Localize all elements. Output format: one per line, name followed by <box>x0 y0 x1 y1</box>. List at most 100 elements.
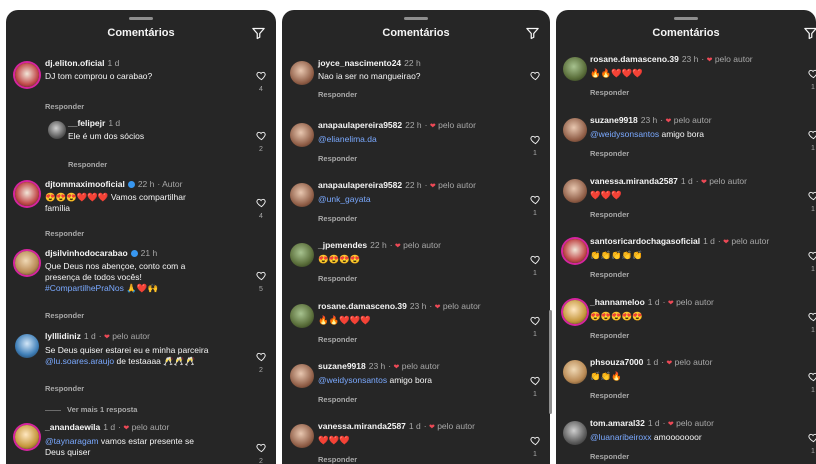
mention-link[interactable]: @lu.soares.araujo <box>45 356 114 366</box>
reply-button[interactable]: Responder <box>45 229 84 238</box>
avatar[interactable] <box>290 183 314 207</box>
comment-username[interactable]: vanessa.miranda2587 <box>590 176 678 186</box>
avatar[interactable] <box>563 300 587 324</box>
reply-button[interactable]: Responder <box>318 335 357 344</box>
reply-button[interactable]: Responder <box>45 311 84 320</box>
like-button[interactable]: 2 <box>254 442 268 464</box>
like-button[interactable]: 1 <box>528 254 542 277</box>
avatar[interactable] <box>563 118 587 142</box>
mention-link[interactable]: @weidysonsantos <box>590 129 659 139</box>
comment-username[interactable]: _anandaewila <box>45 422 100 432</box>
avatar[interactable] <box>290 243 314 267</box>
comment-username[interactable]: phsouza7000 <box>590 357 643 367</box>
comment-username[interactable]: _hannameloo <box>590 297 645 307</box>
avatar[interactable] <box>290 424 314 448</box>
drag-handle[interactable] <box>129 17 153 20</box>
comment-username[interactable]: djtommaximooficial <box>45 179 125 189</box>
comment-username[interactable]: vanessa.miranda2587 <box>318 421 406 431</box>
reply-button[interactable]: Responder <box>318 274 357 283</box>
reply-button[interactable]: Responder <box>45 384 84 393</box>
comment-username[interactable]: __felipejr <box>68 118 105 128</box>
like-button[interactable]: 4 <box>254 70 268 93</box>
comment-username[interactable]: _jpemendes <box>318 240 367 250</box>
comment-username[interactable]: dj.eliton.oficial <box>45 58 105 68</box>
like-button[interactable]: 1 <box>806 68 816 91</box>
reply-button[interactable]: Responder <box>590 331 629 340</box>
comment-username[interactable]: rosane.damasceno.39 <box>590 54 679 64</box>
reply-button[interactable]: Responder <box>590 210 629 219</box>
panel-title: Comentários <box>652 27 720 39</box>
comment-username[interactable]: tom.amaral32 <box>590 418 645 428</box>
view-more-replies[interactable]: Ver mais 1 resposta <box>45 405 137 414</box>
avatar[interactable] <box>563 360 587 384</box>
like-button[interactable]: 1 <box>528 194 542 217</box>
reply-button[interactable]: Responder <box>68 160 107 169</box>
mention-link[interactable]: @elianelima.da <box>318 134 377 144</box>
reply-button[interactable]: Responder <box>318 395 357 404</box>
like-button[interactable]: 1 <box>528 435 542 458</box>
hashtag-link[interactable]: #CompartilhePraNos <box>45 283 124 293</box>
like-button[interactable]: 1 <box>806 190 816 213</box>
reply-button[interactable]: Responder <box>590 270 629 279</box>
comment-username[interactable]: anapaulapereira9582 <box>318 180 402 190</box>
avatar[interactable] <box>15 63 39 87</box>
mention-link[interactable]: @luanaribeiroxx <box>590 432 652 442</box>
comment-username[interactable]: rosane.damasceno.39 <box>318 301 407 311</box>
reply-button[interactable]: Responder <box>318 90 357 99</box>
scrollbar[interactable] <box>549 310 552 414</box>
comment-text: Se Deus quiser estarei eu e minha parcei… <box>45 345 209 355</box>
avatar[interactable] <box>290 364 314 388</box>
drag-handle[interactable] <box>674 17 698 20</box>
comment-username[interactable]: santosricardochagasoficial <box>590 236 700 246</box>
avatar[interactable] <box>563 239 587 263</box>
heart-outline-icon <box>808 371 816 382</box>
filter-icon[interactable] <box>251 26 266 41</box>
drag-handle[interactable] <box>404 17 428 20</box>
like-button[interactable]: 1 <box>528 134 542 157</box>
comment-username[interactable]: suzane9918 <box>590 115 638 125</box>
comment-username[interactable]: anapaulapereira9582 <box>318 120 402 130</box>
comment-username[interactable]: lylllidiniz <box>45 331 81 341</box>
like-button[interactable]: 1 <box>806 129 816 152</box>
reply-button[interactable]: Responder <box>590 149 629 158</box>
avatar[interactable] <box>290 123 314 147</box>
comment-username[interactable]: djsilvinhodocarabao <box>45 248 128 258</box>
comment-username[interactable]: suzane9918 <box>318 361 366 371</box>
reply-button[interactable]: Responder <box>318 455 357 464</box>
like-button[interactable]: 1 <box>806 371 816 394</box>
comment-username[interactable]: joyce_nascimento24 <box>318 58 401 68</box>
reply-button[interactable]: Responder <box>318 214 357 223</box>
mention-link[interactable]: @taynaragam <box>45 436 99 446</box>
avatar[interactable] <box>15 334 39 358</box>
filter-icon[interactable] <box>525 26 540 41</box>
comments-panel-3: Comentários rosane.damasceno.39 23 h · ❤ p… <box>556 10 816 464</box>
avatar[interactable] <box>563 421 587 445</box>
mention-link[interactable]: @unk_gayata <box>318 194 371 204</box>
like-button[interactable]: 1 <box>806 311 816 334</box>
like-button[interactable]: 5 <box>254 270 268 293</box>
like-button[interactable]: 1 <box>806 250 816 273</box>
avatar[interactable] <box>15 425 39 449</box>
reply-button[interactable]: Responder <box>590 452 629 461</box>
like-button[interactable]: 1 <box>528 375 542 398</box>
like-button[interactable]: 4 <box>254 197 268 220</box>
reply-button[interactable]: Responder <box>590 391 629 400</box>
mention-link[interactable]: @weidysonsantos <box>318 375 387 385</box>
like-button[interactable]: 2 <box>254 130 268 153</box>
filter-icon[interactable] <box>803 26 816 41</box>
avatar[interactable] <box>290 304 314 328</box>
comment-body: dj.eliton.oficial 1 d DJ tom comprou o ca… <box>45 58 246 82</box>
like-button[interactable]: 1 <box>528 315 542 338</box>
avatar[interactable] <box>290 61 314 85</box>
avatar[interactable] <box>563 179 587 203</box>
avatar[interactable] <box>48 121 66 139</box>
reply-button[interactable]: Responder <box>590 88 629 97</box>
like-button[interactable]: 2 <box>254 351 268 374</box>
reply-button[interactable]: Responder <box>45 102 84 111</box>
avatar[interactable] <box>563 57 587 81</box>
like-button[interactable] <box>528 70 542 81</box>
avatar[interactable] <box>15 182 39 206</box>
avatar[interactable] <box>15 251 39 275</box>
like-button[interactable]: 1 <box>806 432 816 455</box>
reply-button[interactable]: Responder <box>318 154 357 163</box>
